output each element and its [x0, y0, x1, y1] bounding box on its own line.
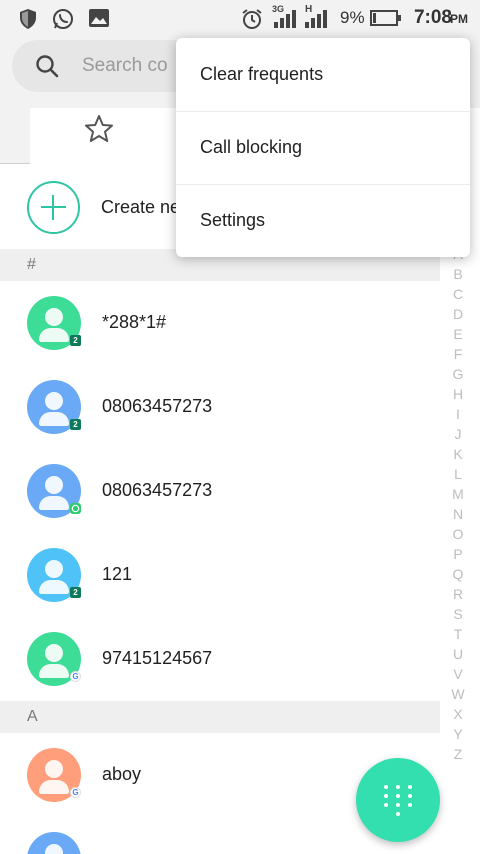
person-icon	[45, 760, 63, 778]
overflow-menu: Clear frequents Call blocking Settings	[176, 38, 470, 257]
contact-name: 08063457273	[102, 480, 213, 500]
avatar	[27, 832, 81, 854]
dialpad-button[interactable]	[356, 758, 440, 842]
create-contact-label[interactable]: Create ne	[101, 197, 180, 218]
battery-icon	[370, 10, 401, 26]
search-icon[interactable]	[34, 53, 60, 79]
index-letter[interactable]: F	[447, 344, 469, 364]
index-letter[interactable]: O	[447, 524, 469, 544]
index-letter[interactable]: Y	[447, 724, 469, 744]
person-icon-body	[39, 580, 69, 594]
signal-h-icon	[305, 10, 327, 28]
sim-badge-icon: 2	[70, 335, 81, 346]
alarm-icon	[242, 9, 262, 29]
person-icon	[45, 560, 63, 578]
battery-percent: 9%	[340, 8, 365, 27]
menu-item-label[interactable]: Clear frequents	[200, 64, 323, 85]
whatsapp-icon	[53, 9, 73, 29]
person-icon	[45, 392, 63, 410]
index-letter[interactable]: H	[447, 384, 469, 404]
plus-icon-v	[52, 195, 54, 220]
image-icon	[89, 9, 109, 27]
index-letter[interactable]: D	[447, 304, 469, 324]
contact-name: *288*1#	[102, 312, 167, 332]
index-letter[interactable]: S	[447, 604, 469, 624]
index-letter[interactable]: V	[447, 664, 469, 684]
star-icon[interactable]	[83, 113, 115, 145]
contact-name: aboy	[102, 764, 142, 784]
contact-row[interactable]: G 97415124567	[0, 617, 440, 701]
contact-row[interactable]: 2 121	[0, 533, 440, 617]
shield-icon	[20, 9, 36, 29]
index-letter[interactable]: X	[447, 704, 469, 724]
contact-name: 97415124567	[102, 648, 213, 668]
google-badge-icon: G	[70, 787, 81, 798]
sim-badge-icon: 2	[70, 419, 81, 430]
index-letter[interactable]: C	[447, 284, 469, 304]
signal-3g-icon	[274, 10, 296, 28]
whatsapp-icon	[71, 504, 80, 513]
index-letter[interactable]: N	[447, 504, 469, 524]
section-header: A	[0, 701, 440, 733]
person-icon	[45, 308, 63, 326]
menu-item-label[interactable]: Call blocking	[200, 137, 302, 158]
contact-row[interactable]: 2 08063457273	[0, 365, 440, 449]
contact-row[interactable]: 2 *288*1#	[0, 281, 440, 365]
person-icon-body	[39, 780, 69, 794]
index-letter[interactable]: Q	[447, 564, 469, 584]
dialpad-icon	[384, 785, 412, 816]
person-icon	[45, 844, 63, 854]
person-icon-body	[39, 496, 69, 510]
index-letter[interactable]: J	[447, 424, 469, 444]
index-letter[interactable]: T	[447, 624, 469, 644]
index-letter[interactable]: P	[447, 544, 469, 564]
contact-row[interactable]: 08063457273	[0, 449, 440, 533]
person-icon	[45, 476, 63, 494]
section-label: A	[27, 708, 38, 725]
person-icon-body	[39, 328, 69, 342]
menu-item-label[interactable]: Settings	[200, 210, 265, 231]
sim-badge-icon: 2	[70, 587, 81, 598]
contact-name: 08063457273	[102, 396, 213, 416]
index-letter[interactable]: K	[447, 444, 469, 464]
menu-item-settings[interactable]: Settings	[176, 184, 470, 257]
google-badge-icon: G	[70, 671, 81, 682]
index-letter[interactable]: I	[447, 404, 469, 424]
index-letter[interactable]: W	[447, 684, 469, 704]
index-letter[interactable]: L	[447, 464, 469, 484]
status-bar: 3G H 9% 7:08 PM	[0, 0, 480, 36]
index-letter[interactable]: U	[447, 644, 469, 664]
menu-item-call-blocking[interactable]: Call blocking	[176, 111, 470, 184]
alphabet-index[interactable]: A B C D E F G H I J K L M N O P Q R S T …	[447, 244, 469, 764]
index-letter[interactable]: E	[447, 324, 469, 344]
whatsapp-badge-icon	[70, 503, 81, 514]
menu-item-clear-frequents[interactable]: Clear frequents	[176, 38, 470, 111]
contact-name: 121	[102, 564, 133, 584]
index-letter[interactable]: G	[447, 364, 469, 384]
person-icon	[45, 644, 63, 662]
index-letter[interactable]: Z	[447, 744, 469, 764]
person-icon-body	[39, 664, 69, 678]
index-letter[interactable]: M	[447, 484, 469, 504]
section-label: #	[27, 256, 36, 273]
person-icon-body	[39, 412, 69, 426]
index-letter[interactable]: R	[447, 584, 469, 604]
clock-time: 7:08	[413, 7, 452, 28]
clock-ampm: PM	[450, 12, 468, 26]
index-letter[interactable]: B	[447, 264, 469, 284]
